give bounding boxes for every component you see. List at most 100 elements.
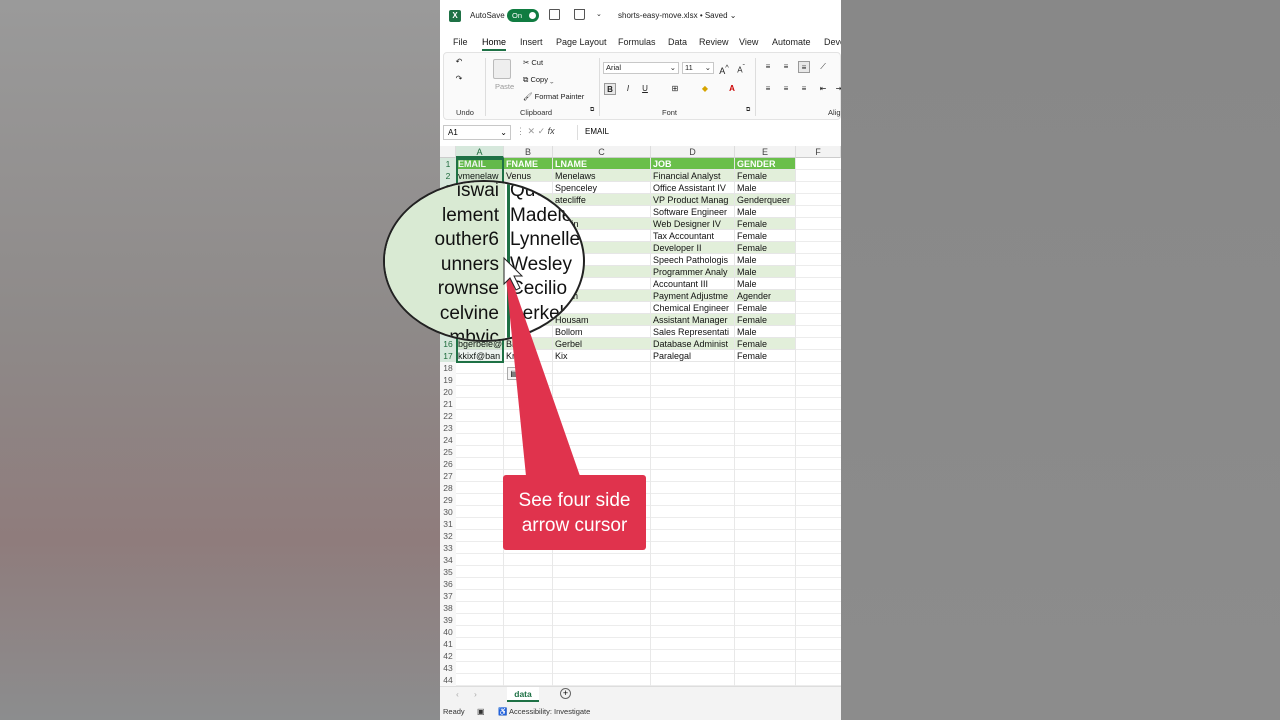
row-header[interactable]: 42 (440, 650, 456, 662)
paste-label[interactable]: Paste (495, 82, 514, 91)
table-cell[interactable]: Female (735, 242, 796, 254)
tab-view[interactable]: View (739, 37, 758, 47)
row-header[interactable]: 37 (440, 590, 456, 602)
underline-button[interactable]: U (639, 83, 651, 95)
align-center-icon[interactable]: ≡ (780, 83, 792, 95)
column-header-d[interactable]: D (651, 146, 735, 158)
row-header[interactable]: 36 (440, 578, 456, 590)
column-header-b[interactable]: B (504, 146, 553, 158)
table-cell[interactable]: Web Designer IV (651, 218, 735, 230)
table-cell[interactable]: Male (735, 206, 796, 218)
row-header[interactable]: 19 (440, 374, 456, 386)
format-painter-button[interactable]: 🖌 Format Painter (523, 92, 584, 101)
table-cell[interactable]: Female (735, 314, 796, 326)
undo-icon[interactable]: ↶ (453, 56, 465, 68)
select-all-corner[interactable] (440, 146, 456, 158)
table-cell[interactable]: Agender (735, 290, 796, 302)
header-cell[interactable]: LNAME (553, 158, 651, 170)
row-header[interactable]: 25 (440, 446, 456, 458)
table-cell[interactable]: VP Product Manag (651, 194, 735, 206)
header-cell[interactable]: JOB (651, 158, 735, 170)
copy-button[interactable]: ⧉ Copy ⌄ (523, 75, 554, 85)
tab-file[interactable]: File (453, 37, 468, 47)
align-left-icon[interactable]: ≡ (762, 83, 774, 95)
share-icon[interactable] (574, 9, 585, 20)
macro-recording-icon[interactable]: ▣ (477, 703, 485, 720)
accessibility-button[interactable]: ♿ Accessibility: Investigate (498, 703, 590, 720)
bold-button[interactable]: B (604, 83, 616, 95)
fx-icon[interactable]: fx (548, 126, 555, 136)
row-header[interactable]: 30 (440, 506, 456, 518)
tab-review[interactable]: Review (699, 37, 729, 47)
table-cell[interactable]: Financial Analyst (651, 170, 735, 182)
table-cell[interactable]: Payment Adjustme (651, 290, 735, 302)
grow-font-button[interactable]: A^ (718, 62, 730, 76)
align-middle-icon[interactable]: ≡ (780, 61, 792, 73)
column-header-f[interactable]: F (796, 146, 841, 158)
font-size-select[interactable]: 11 ⌄ (682, 62, 714, 74)
row-header[interactable]: 28 (440, 482, 456, 494)
row-header[interactable]: 43 (440, 662, 456, 674)
row-header[interactable]: 35 (440, 566, 456, 578)
row-header[interactable]: 21 (440, 398, 456, 410)
autosave-toggle[interactable]: On (507, 9, 539, 22)
align-bottom-icon[interactable]: ≡ (798, 61, 810, 73)
row-header[interactable]: 17 (440, 350, 456, 362)
font-launcher-icon[interactable]: ⧉ (746, 107, 750, 114)
cancel-icon[interactable]: ✕ (528, 126, 538, 136)
table-cell[interactable]: Male (735, 266, 796, 278)
orientation-icon[interactable]: ⟋ (817, 61, 829, 73)
formula-input[interactable]: EMAIL (577, 125, 841, 140)
borders-icon[interactable]: ⊞ (669, 83, 681, 95)
row-header[interactable]: 31 (440, 518, 456, 530)
align-top-icon[interactable]: ≡ (762, 61, 774, 73)
enter-icon[interactable]: ✓ (538, 126, 548, 136)
table-cell[interactable]: Tax Accountant (651, 230, 735, 242)
table-cell[interactable]: Assistant Manager (651, 314, 735, 326)
column-header-a[interactable]: A (456, 146, 504, 158)
row-header[interactable]: 38 (440, 602, 456, 614)
tab-insert[interactable]: Insert (520, 37, 543, 47)
row-header[interactable]: 23 (440, 422, 456, 434)
row-header[interactable]: 29 (440, 494, 456, 506)
row-header[interactable]: 27 (440, 470, 456, 482)
scroll-right-icon[interactable]: › (474, 689, 477, 699)
clipboard-launcher-icon[interactable]: ⧉ (590, 107, 594, 114)
header-cell[interactable]: GENDER (735, 158, 796, 170)
cut-button[interactable]: ✂ Cut (523, 58, 543, 67)
column-header-e[interactable]: E (735, 146, 796, 158)
table-cell[interactable]: Accountant III (651, 278, 735, 290)
table-cell[interactable]: Female (735, 218, 796, 230)
italic-button[interactable]: I (622, 83, 634, 95)
row-header[interactable]: 40 (440, 626, 456, 638)
row-header[interactable]: 18 (440, 362, 456, 374)
row-header[interactable]: 32 (440, 530, 456, 542)
table-cell[interactable]: Speech Pathologis (651, 254, 735, 266)
table-cell[interactable]: Genderqueer (735, 194, 796, 206)
add-sheet-icon[interactable]: + (560, 688, 571, 699)
tab-formulas[interactable]: Formulas (618, 37, 656, 47)
table-cell[interactable]: Female (735, 170, 796, 182)
table-cell[interactable]: Female (735, 350, 796, 362)
column-header-c[interactable]: C (553, 146, 651, 158)
decrease-indent-icon[interactable]: ⇤ (817, 83, 829, 95)
tab-developer[interactable]: Deve (824, 37, 841, 47)
redo-icon[interactable]: ↷ (453, 73, 465, 85)
row-header[interactable]: 20 (440, 386, 456, 398)
fill-color-icon[interactable]: ◆ (699, 83, 711, 95)
row-header[interactable]: 44 (440, 674, 456, 686)
table-cell[interactable]: Male (735, 182, 796, 194)
align-right-icon[interactable]: ≡ (798, 83, 810, 95)
tab-page-layout[interactable]: Page Layout (556, 37, 607, 47)
tab-home[interactable]: Home (482, 37, 507, 51)
table-cell[interactable]: Programmer Analy (651, 266, 735, 278)
tab-automate[interactable]: Automate (772, 37, 811, 47)
row-header[interactable]: 22 (440, 410, 456, 422)
font-color-icon[interactable]: A (726, 83, 738, 95)
save-icon[interactable] (549, 9, 560, 20)
name-box[interactable]: A1 ⌄ (443, 125, 511, 140)
table-cell[interactable]: Spenceley (553, 182, 651, 194)
table-cell[interactable]: Venus (504, 170, 553, 182)
row-header[interactable]: 41 (440, 638, 456, 650)
tab-data[interactable]: Data (668, 37, 687, 47)
